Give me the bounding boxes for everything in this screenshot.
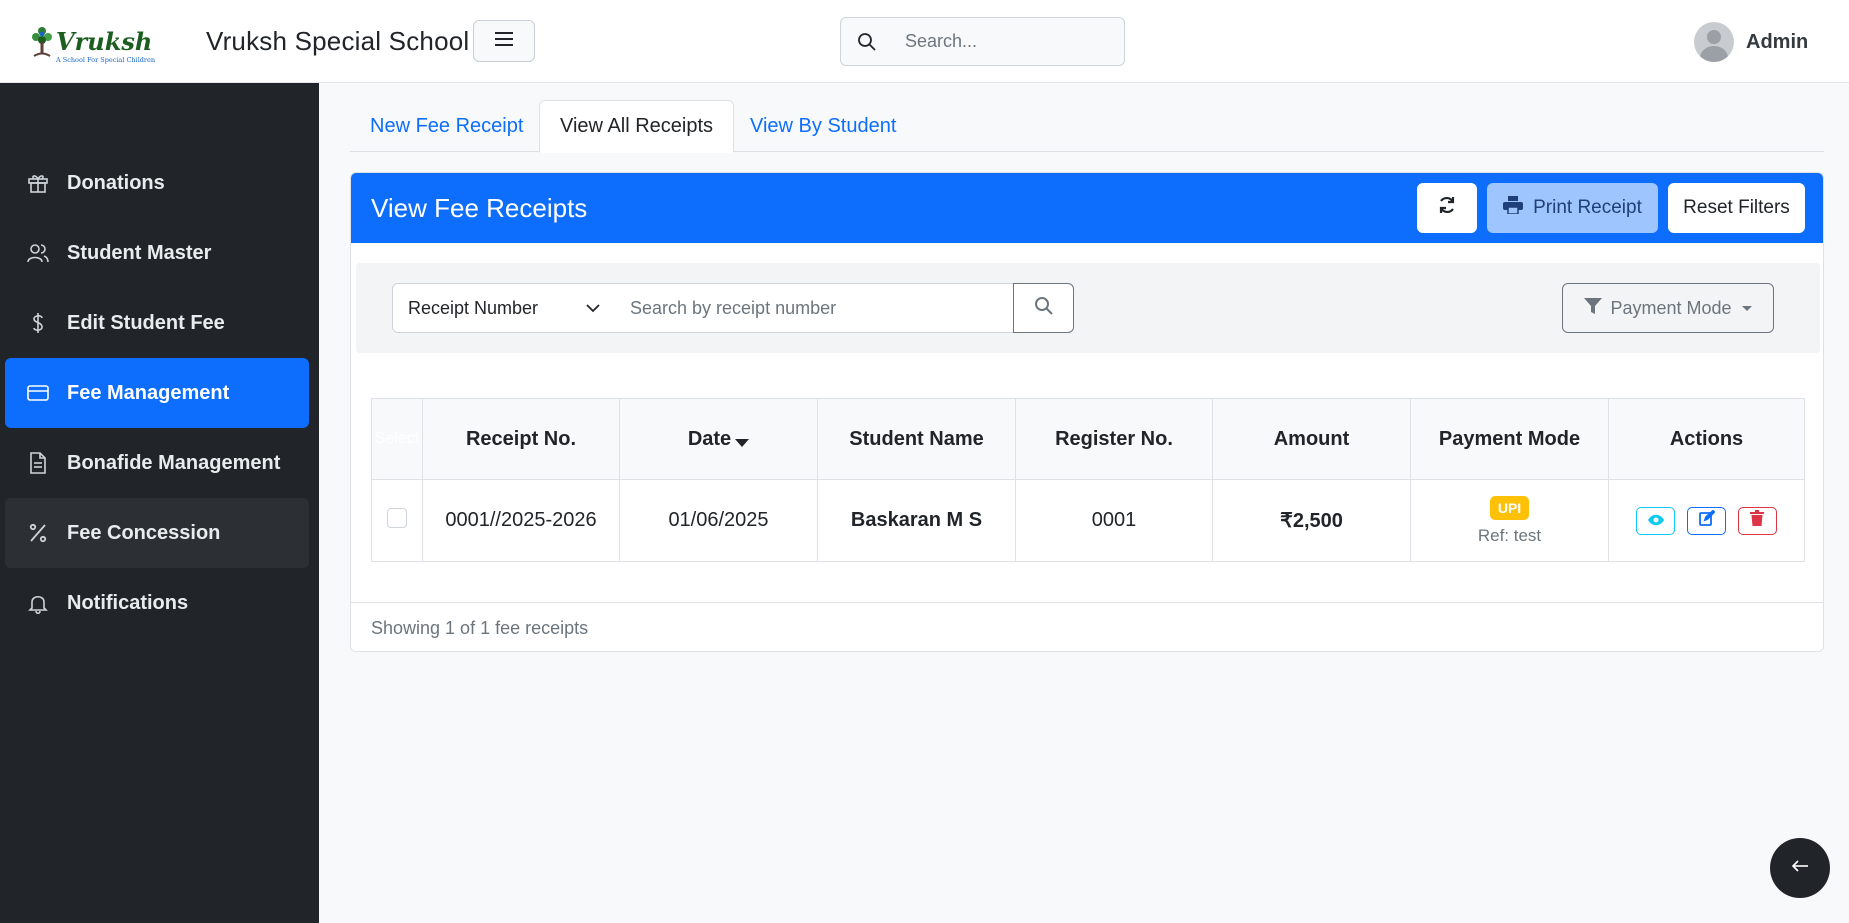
users-icon xyxy=(25,240,51,266)
column-header-date[interactable]: Date xyxy=(619,398,818,480)
svg-text:Vruksh: Vruksh xyxy=(56,27,152,56)
search-by-select[interactable]: Receipt Number xyxy=(392,283,616,333)
sidebar-item-fee-management[interactable]: Fee Management xyxy=(5,358,309,428)
print-receipt-button[interactable]: Print Receipt xyxy=(1487,183,1658,233)
table-row: 0001//2025-2026 01/06/2025 Baskaran M S … xyxy=(371,479,1805,562)
payment-mode-badge: UPI xyxy=(1489,495,1530,520)
sidebar-item-fee-concession[interactable]: Fee Concession xyxy=(5,498,309,568)
gift-icon xyxy=(25,170,51,196)
payment-reference: Ref: test xyxy=(1477,525,1542,545)
amount-cell: ₹2,500 xyxy=(1212,479,1411,562)
hamburger-icon xyxy=(495,31,513,51)
register-no-cell: 0001 xyxy=(1015,479,1213,562)
column-header-amount[interactable]: Amount xyxy=(1212,398,1411,480)
receipts-table: Select Receipt No. Date Student Name Reg… xyxy=(371,398,1805,562)
refresh-button[interactable] xyxy=(1417,183,1477,233)
date-cell: 01/06/2025 xyxy=(619,479,818,562)
edit-receipt-button[interactable] xyxy=(1687,506,1726,535)
column-header-payment-mode: Payment Mode xyxy=(1410,398,1609,480)
fee-receipts-card: View Fee Receipts Print Receipt Reset Fi… xyxy=(350,172,1824,652)
search-icon xyxy=(857,32,877,52)
search-by-value: Receipt Number xyxy=(408,297,539,318)
filter-bar: Receipt Number Payment Mode xyxy=(356,263,1820,353)
student-name-cell: Baskaran M S xyxy=(817,479,1016,562)
printer-icon xyxy=(1503,196,1524,220)
percent-icon xyxy=(25,520,51,546)
sidebar-item-notifications[interactable]: Notifications xyxy=(5,568,309,638)
sidebar-item-edit-student-fee[interactable]: Edit Student Fee xyxy=(5,288,309,358)
avatar xyxy=(1694,22,1734,62)
row-select-cell xyxy=(371,479,423,562)
actions-cell xyxy=(1608,479,1805,562)
view-receipt-button[interactable] xyxy=(1636,506,1676,535)
arrow-left-icon xyxy=(1791,859,1809,878)
receipt-search-button[interactable] xyxy=(1013,283,1074,333)
caret-down-icon xyxy=(1741,305,1752,311)
search-icon xyxy=(1034,296,1054,321)
school-name: Vruksh Special School xyxy=(206,26,470,56)
school-logo[interactable]: Vruksh A School For Special Children xyxy=(30,18,188,66)
sort-desc-icon xyxy=(735,438,750,447)
back-button[interactable] xyxy=(1770,838,1830,898)
sidebar-item-student-master[interactable]: Student Master xyxy=(5,218,309,288)
sidebar: Donations Student Master Edit Student Fe… xyxy=(0,83,319,923)
tab-view-all-receipts[interactable]: View All Receipts xyxy=(539,100,735,153)
filter-icon xyxy=(1584,297,1603,320)
menu-toggle-button[interactable] xyxy=(473,20,535,62)
edit-icon xyxy=(1698,509,1715,532)
sidebar-item-bonafide-management[interactable]: Bonafide Management xyxy=(5,428,309,498)
column-header-receipt-no[interactable]: Receipt No. xyxy=(422,398,620,480)
receipt-search-input[interactable] xyxy=(615,283,1014,333)
global-search[interactable] xyxy=(840,17,1125,66)
column-header-select: Select xyxy=(371,398,423,480)
row-checkbox[interactable] xyxy=(387,507,407,528)
user-name: Admin xyxy=(1746,30,1809,53)
results-summary: Showing 1 of 1 fee receipts xyxy=(371,617,589,638)
column-header-register-no[interactable]: Register No. xyxy=(1015,398,1213,480)
column-header-actions: Actions xyxy=(1608,398,1805,480)
sidebar-item-donations[interactable]: Donations xyxy=(5,148,309,218)
tab-new-fee-receipt[interactable]: New Fee Receipt xyxy=(350,100,543,152)
refresh-icon xyxy=(1437,195,1457,221)
table-header-row: Select Receipt No. Date Student Name Reg… xyxy=(371,398,1805,480)
credit-card-icon xyxy=(25,380,51,406)
eye-icon xyxy=(1647,509,1664,532)
card-title: View Fee Receipts xyxy=(371,193,588,223)
chevron-down-icon xyxy=(585,300,601,321)
global-search-input[interactable] xyxy=(905,18,1115,65)
payment-mode-filter-button[interactable]: Payment Mode xyxy=(1562,283,1774,333)
top-navbar: Vruksh A School For Special Children Vru… xyxy=(0,0,1849,83)
logo-tagline: A School For Special Children xyxy=(55,56,155,64)
table-footer: Showing 1 of 1 fee receipts xyxy=(351,602,1823,651)
user-menu[interactable]: Admin xyxy=(1694,21,1808,63)
payment-mode-cell: UPI Ref: test xyxy=(1410,479,1609,562)
card-header: View Fee Receipts Print Receipt Reset Fi… xyxy=(351,173,1823,243)
document-icon xyxy=(25,450,51,476)
bell-icon xyxy=(25,590,51,616)
receipt-no-cell: 0001//2025-2026 xyxy=(422,479,620,562)
delete-receipt-button[interactable] xyxy=(1737,506,1777,535)
tab-view-by-student[interactable]: View By Student xyxy=(730,100,916,152)
receipt-tabs: New Fee Receipt View All Receipts View B… xyxy=(350,100,1824,153)
dollar-icon xyxy=(25,310,51,336)
trash-icon xyxy=(1750,509,1765,532)
reset-filters-button[interactable]: Reset Filters xyxy=(1668,183,1805,233)
column-header-student-name[interactable]: Student Name xyxy=(817,398,1016,480)
